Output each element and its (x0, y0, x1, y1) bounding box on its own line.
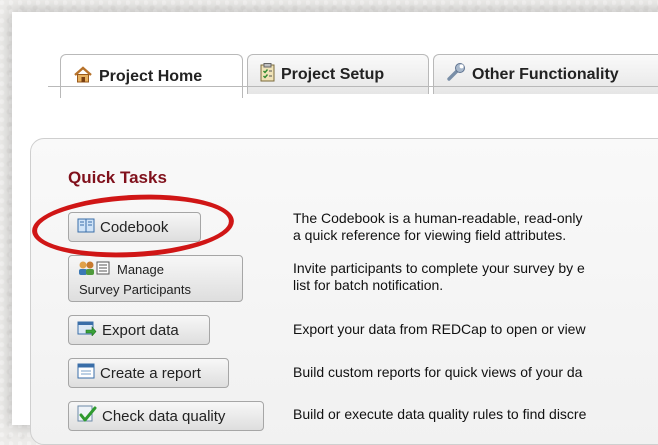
manage-participants-description: Invite participants to complete your sur… (293, 260, 585, 294)
codebook-description: The Codebook is a human-readable, read-o… (293, 210, 583, 244)
create-report-label: Create a report (100, 364, 201, 382)
export-arrow-icon (77, 320, 97, 340)
manage-label: Manage (117, 262, 164, 277)
tab-bar-divider (48, 86, 658, 87)
tab-project-home[interactable]: Project Home (60, 54, 243, 98)
tab-project-setup[interactable]: Project Setup (247, 54, 429, 94)
tab-other-functionality[interactable]: Other Functionality (433, 54, 658, 94)
report-window-icon (77, 363, 95, 383)
tab-label: Project Setup (281, 65, 385, 83)
tab-label: Project Home (99, 67, 203, 85)
manage-survey-participants-button[interactable]: Manage Survey Participants (68, 255, 243, 302)
quick-tasks-panel: Quick Tasks Codebook The Codebook is a h… (30, 138, 658, 445)
clipboard-checklist-icon (260, 62, 275, 87)
checkmark-icon (77, 405, 97, 427)
export-data-button[interactable]: Export data (68, 315, 210, 345)
create-report-button[interactable]: Create a report (68, 358, 229, 388)
export-data-description: Export your data from REDCap to open or … (293, 321, 586, 337)
check-data-quality-description: Build or execute data quality rules to f… (293, 406, 587, 422)
tab-label: Other Functionality (472, 65, 619, 83)
create-report-description: Build custom reports for quick views of … (293, 364, 583, 380)
quick-tasks-title: Quick Tasks (68, 168, 167, 187)
check-data-quality-button[interactable]: Check data quality (68, 401, 264, 431)
survey-participants-label: Survey Participants (79, 282, 191, 297)
description-line: list for batch notification. (293, 277, 444, 293)
description-line: a quick reference for viewing field attr… (293, 227, 567, 243)
house-icon (73, 65, 93, 88)
wrench-icon (446, 62, 466, 87)
export-data-label: Export data (102, 321, 179, 339)
description-line: The Codebook is a human-readable, read-o… (293, 210, 583, 226)
description-line: Invite participants to complete your sur… (293, 260, 585, 276)
people-list-icon (77, 260, 111, 279)
check-data-quality-label: Check data quality (102, 407, 226, 425)
